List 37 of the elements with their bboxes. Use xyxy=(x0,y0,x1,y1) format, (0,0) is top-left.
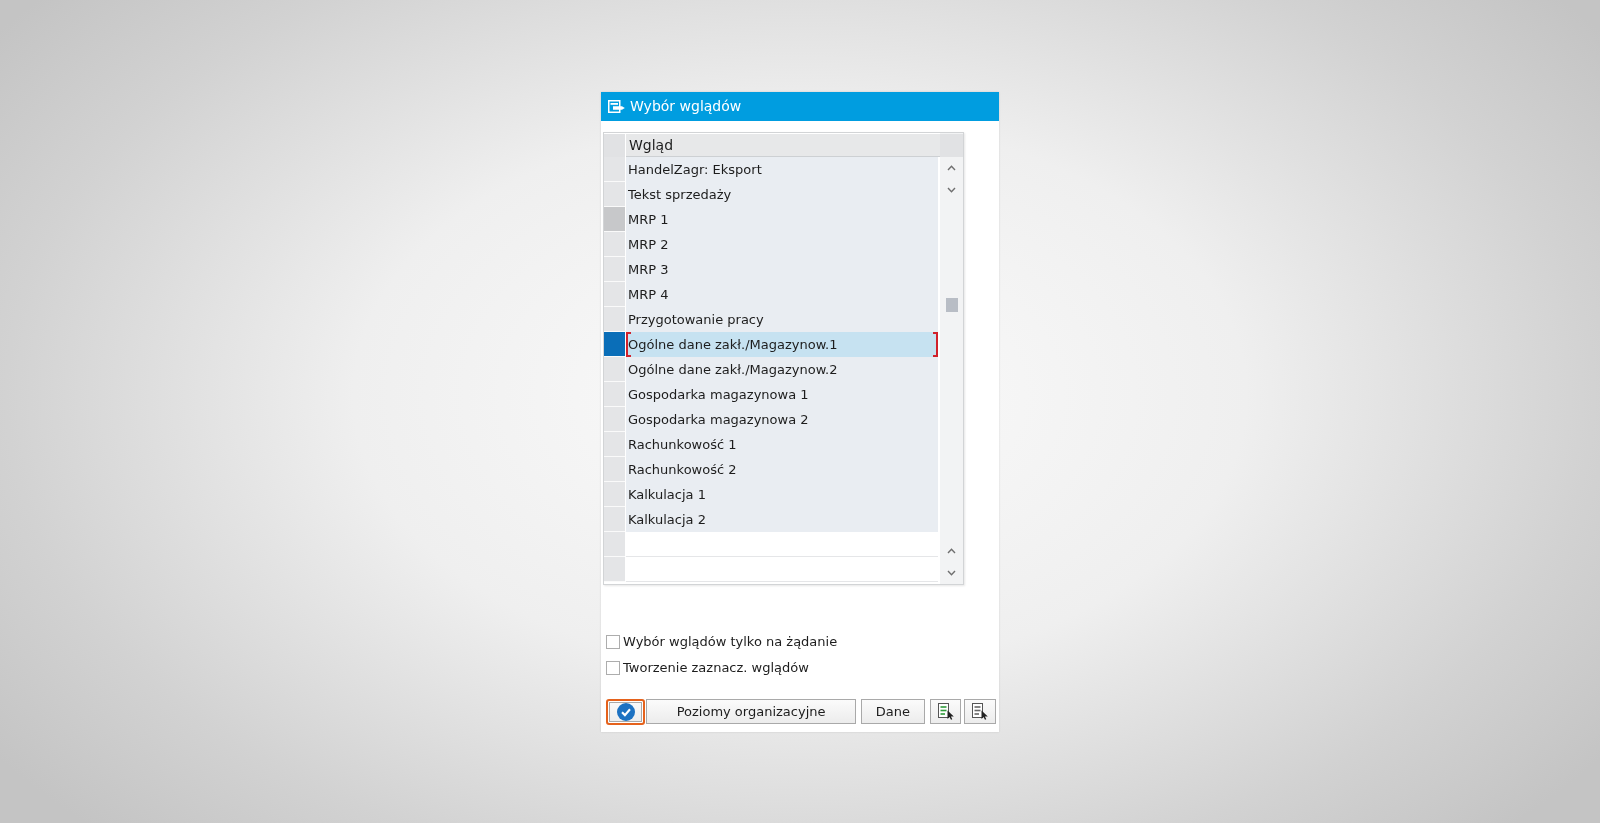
table-cell[interactable]: HandelZagr: Eksport xyxy=(626,156,938,182)
list-pointer-icon xyxy=(971,703,990,720)
table-cell[interactable]: Kalkulacja 1 xyxy=(626,481,938,507)
scrollbar-header xyxy=(940,133,963,157)
table-cell[interactable]: Rachunkowość 1 xyxy=(626,431,938,457)
confirm-button[interactable] xyxy=(606,698,646,725)
table-cell[interactable]: Przygotowanie pracy xyxy=(626,306,938,332)
data-button[interactable]: Dane xyxy=(860,699,925,724)
check-icon xyxy=(616,702,635,721)
window-title: Wybór wglądów xyxy=(630,98,742,114)
table-cell[interactable]: Ogólne dane zakł./Magazynow.1 xyxy=(626,331,938,357)
chevron-up-icon xyxy=(947,547,956,554)
table-cell[interactable]: Rachunkowość 2 xyxy=(626,456,938,482)
deselect-all-button[interactable] xyxy=(964,699,996,724)
checkbox-label: Wybór wglądów tylko na żądanie xyxy=(623,634,838,649)
table-cell[interactable]: MRP 2 xyxy=(626,231,938,257)
table-cell[interactable]: MRP 4 xyxy=(626,281,938,307)
chevron-down-icon xyxy=(947,186,956,193)
table-cell[interactable]: MRP 3 xyxy=(626,256,938,282)
table-cell[interactable]: MRP 1 xyxy=(626,206,938,232)
chevron-down-icon xyxy=(947,569,956,576)
scrollbar-thumb[interactable] xyxy=(945,297,958,312)
table-cell[interactable]: Kalkulacja 2 xyxy=(626,506,938,532)
org-levels-button[interactable]: Poziomy organizacyjne xyxy=(646,699,856,724)
checkbox[interactable] xyxy=(606,634,620,649)
table-cell[interactable]: Ogólne dane zakł./Magazynow.2 xyxy=(626,356,938,382)
row-selector[interactable] xyxy=(604,331,626,357)
list-pointer-icon xyxy=(936,703,955,720)
checkbox[interactable] xyxy=(606,660,620,675)
chevron-up-icon xyxy=(947,164,956,171)
column-header: Wgląd xyxy=(626,133,940,157)
table-cell[interactable]: Gospodarka magazynowa 2 xyxy=(626,406,938,432)
table-cell[interactable]: Tekst sprzedaży xyxy=(626,181,938,207)
form-edit-icon xyxy=(608,99,625,113)
select-all-button[interactable] xyxy=(929,699,962,724)
table-cell[interactable]: Gospodarka magazynowa 1 xyxy=(626,381,938,407)
checkbox-label: Tworzenie zaznacz. wglądów xyxy=(623,660,809,675)
